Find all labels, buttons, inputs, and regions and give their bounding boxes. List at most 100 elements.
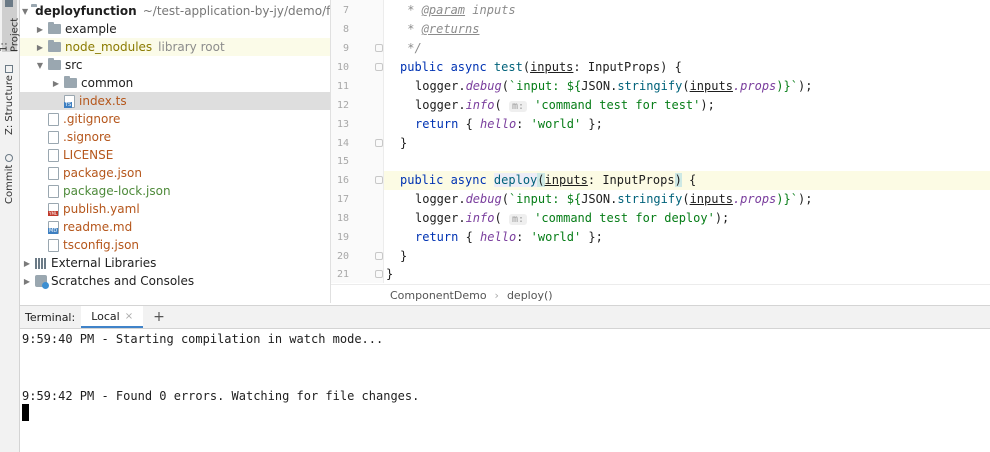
tree-item-external-libraries[interactable]: ▶ External Libraries	[20, 254, 330, 272]
collapse-arrow-icon[interactable]: ▶	[51, 79, 61, 88]
collapse-arrow-icon[interactable]: ▶	[35, 43, 45, 52]
tree-item-label: example	[65, 22, 117, 36]
file-icon	[48, 148, 59, 162]
collapse-arrow-icon[interactable]: ▶	[35, 25, 45, 34]
tree-item-label: node_modules	[65, 40, 153, 54]
line-number: 11	[336, 81, 349, 92]
markdown-file-icon	[48, 220, 59, 234]
line-number: 9	[342, 43, 349, 54]
breadcrumb-method[interactable]: deploy()	[507, 289, 553, 302]
code-line: logger.debug(`input: ${JSON.stringify(in…	[415, 192, 813, 206]
line-number: 12	[336, 100, 349, 111]
tree-item-label: publish.yaml	[63, 202, 140, 216]
folder-icon	[5, 0, 14, 8]
current-code-line: public async deploy(inputs: InputProps) …	[384, 171, 990, 190]
fold-marker-icon[interactable]	[375, 44, 383, 52]
tree-item-package-json[interactable]: package.json	[20, 164, 330, 182]
terminal-line: 9:59:40 PM - Starting compilation in wat…	[22, 332, 384, 346]
json-file-icon	[48, 238, 59, 252]
json-file-icon	[48, 166, 59, 180]
tree-item-package-lock-json[interactable]: package-lock.json	[20, 182, 330, 200]
line-number: 20	[336, 251, 349, 262]
code-line: return { hello: 'world' };	[415, 117, 603, 131]
terminal-cursor	[22, 404, 29, 421]
tree-item-scratches[interactable]: ▶ Scratches and Consoles	[20, 272, 330, 290]
json-file-icon	[48, 184, 59, 198]
tree-item-tsconfig-json[interactable]: tsconfig.json	[20, 236, 330, 254]
scratches-icon	[35, 275, 49, 289]
tree-item-label: package.json	[63, 166, 143, 180]
tree-item-node-modules[interactable]: ▶ node_modules library root	[20, 38, 330, 56]
commit-icon	[5, 153, 14, 162]
folder-icon	[48, 40, 61, 52]
parameter-hint: m:	[508, 214, 527, 225]
collapse-arrow-icon[interactable]: ▶	[22, 277, 32, 286]
fold-marker-icon[interactable]	[375, 270, 383, 278]
fold-marker-icon[interactable]	[375, 176, 383, 184]
folder-icon	[64, 76, 77, 88]
typescript-file-icon	[64, 94, 75, 108]
commit-tool-label: Commit	[4, 164, 15, 205]
line-number: 17	[336, 194, 349, 205]
tree-item-label: .signore	[63, 130, 112, 144]
structure-icon	[5, 64, 14, 73]
terminal-output[interactable]: 9:59:40 PM - Starting compilation in wat…	[20, 329, 990, 452]
library-root-label: library root	[158, 40, 225, 54]
fold-marker-icon[interactable]	[375, 139, 383, 147]
tree-item-label: readme.md	[63, 220, 133, 234]
tree-item-label: tsconfig.json	[63, 238, 140, 252]
project-path: ~/test-application-by-jy/demo/f	[142, 4, 331, 18]
tree-item-signore[interactable]: .signore	[20, 128, 330, 146]
tree-item-license[interactable]: LICENSE	[20, 146, 330, 164]
project-name: deployfunction	[35, 4, 137, 18]
terminal-toolbar: Terminal: Local × +	[20, 305, 990, 329]
close-icon[interactable]: ×	[125, 311, 133, 322]
project-tool-tab[interactable]: 1: Project	[0, 0, 21, 52]
code-line: }	[400, 249, 408, 263]
line-number: 21	[336, 269, 349, 280]
structure-tool-label: Z: Structure	[4, 75, 15, 136]
tree-item-gitignore[interactable]: .gitignore	[20, 110, 330, 128]
project-tree[interactable]: ▼ deployfunction ~/test-application-by-j…	[20, 0, 331, 303]
breadcrumb-separator: ›	[494, 288, 499, 302]
structure-tool-tab[interactable]: Z: Structure	[2, 62, 17, 138]
tree-item-publish-yaml[interactable]: publish.yaml	[20, 200, 330, 218]
expand-arrow-icon[interactable]: ▼	[22, 7, 28, 16]
code-line: logger.info( m: 'command test for test')…	[415, 98, 715, 112]
line-number: 16	[336, 175, 349, 186]
tree-item-label: common	[81, 76, 134, 90]
tree-item-index-ts[interactable]: index.ts	[20, 92, 330, 110]
add-terminal-button[interactable]: +	[143, 306, 175, 328]
line-number: 18	[336, 213, 349, 224]
tree-item-label: src	[65, 58, 83, 72]
code-line: logger.debug(`input: ${JSON.stringify(in…	[415, 79, 813, 93]
tree-item-example[interactable]: ▶ example	[20, 20, 330, 38]
code-line: */	[400, 41, 422, 55]
line-number: 15	[336, 156, 349, 167]
yaml-file-icon	[48, 202, 59, 216]
tree-item-common[interactable]: ▶ common	[20, 74, 330, 92]
terminal-tab-local[interactable]: Local ×	[81, 306, 144, 328]
line-number: 14	[336, 138, 349, 149]
line-number: 8	[342, 24, 349, 35]
commit-tool-tab[interactable]: Commit	[2, 152, 17, 206]
editor-gutter[interactable]: 7 8 9 10 11 12 13 14 15 16 17 18 19 20 2…	[331, 0, 384, 283]
expand-arrow-icon[interactable]: ▼	[35, 61, 45, 70]
tree-item-readme-md[interactable]: readme.md	[20, 218, 330, 236]
file-icon	[48, 130, 59, 144]
tree-item-label: .gitignore	[63, 112, 121, 126]
code-line: public async test(inputs: InputProps) {	[400, 60, 682, 74]
tree-item-src[interactable]: ▼ src	[20, 56, 330, 74]
terminal-line: 9:59:42 PM - Found 0 errors. Watching fo…	[22, 389, 420, 403]
breadcrumb-class[interactable]: ComponentDemo	[390, 289, 487, 302]
tree-item-label: LICENSE	[63, 148, 114, 162]
fold-marker-icon[interactable]	[375, 63, 383, 71]
tree-root[interactable]: ▼ deployfunction ~/test-application-by-j…	[20, 2, 330, 20]
file-icon	[48, 112, 59, 126]
collapse-arrow-icon[interactable]: ▶	[22, 259, 32, 268]
project-tool-label: 1: Project	[0, 17, 21, 52]
line-number: 13	[336, 119, 349, 130]
code-editor[interactable]: * @param inputs * @returns */ public asy…	[384, 0, 990, 283]
fold-marker-icon[interactable]	[375, 252, 383, 260]
